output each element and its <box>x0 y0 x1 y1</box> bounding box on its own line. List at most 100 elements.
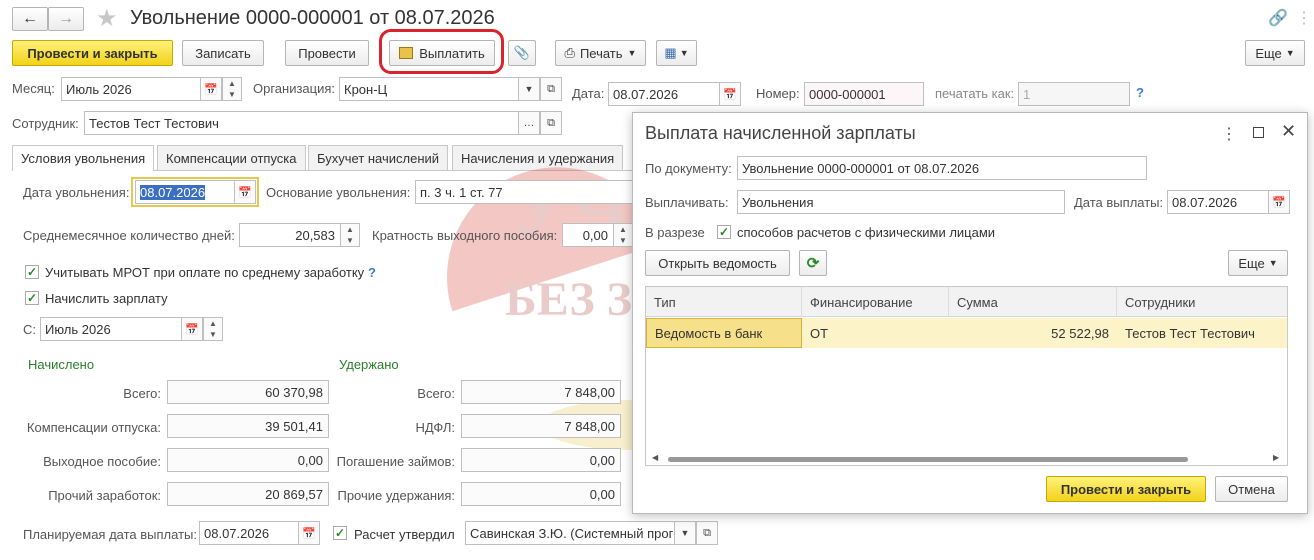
cancel-button[interactable]: Отмена <box>1215 476 1288 502</box>
breakdown-check-label: способов расчетов с физическими лицами <box>737 225 996 240</box>
maximize-icon[interactable] <box>1253 127 1264 138</box>
open-employee-icon[interactable]: ⧉ <box>540 111 562 135</box>
chevron-down-icon: ▼ <box>1268 258 1278 268</box>
open-approver-icon[interactable]: ⧉ <box>696 521 718 545</box>
dropdown-icon[interactable]: ▼ <box>518 77 540 101</box>
from-spinner[interactable]: ▲ ▼ <box>203 317 223 341</box>
from-field[interactable]: Июль 2026 <box>40 317 182 341</box>
dialog-pay-date-field[interactable]: 08.07.2026 <box>1167 190 1269 214</box>
number-label: Номер: <box>756 86 800 101</box>
back-button[interactable]: ← <box>12 7 48 31</box>
calendar-icon[interactable]: 📅 <box>719 82 741 106</box>
date-label: Дата: <box>572 86 605 101</box>
save-button[interactable]: Записать <box>182 40 264 66</box>
dialog-menu-icon[interactable]: ⋮ <box>1221 124 1237 144</box>
from-label: С: <box>23 322 36 337</box>
favorite-star-icon[interactable]: ★ <box>96 4 118 33</box>
calendar-icon[interactable]: 📅 <box>234 180 256 204</box>
column-financing[interactable]: Финансирование <box>802 287 949 317</box>
tab-vacation-compensation[interactable]: Компенсации отпуска <box>157 145 306 170</box>
select-employee-icon[interactable]: … <box>518 111 540 135</box>
withheld-total-field: 7 848,00 <box>461 380 621 404</box>
forward-button[interactable]: → <box>48 7 84 31</box>
dismiss-date-field[interactable]: 08.07.2026 <box>135 180 235 204</box>
more-button[interactable]: Еще ▼ <box>1245 40 1305 66</box>
pay-label: Выплатить <box>419 45 485 61</box>
calendar-icon[interactable]: 📅 <box>181 317 203 341</box>
calendar-icon[interactable]: 📅 <box>200 77 222 101</box>
cell-employees: Тестов Тест Тестович <box>1125 325 1255 341</box>
attach-button[interactable]: 📎 <box>508 40 536 66</box>
dropdown-icon[interactable]: ▼ <box>674 521 696 545</box>
dialog-post-and-close-button[interactable]: Провести и закрыть <box>1046 476 1206 502</box>
calendar-icon[interactable]: 📅 <box>1268 190 1290 214</box>
paperclip-icon: 📎 <box>513 45 531 60</box>
date-field[interactable]: 08.07.2026 <box>608 82 720 106</box>
accrued-title: Начислено <box>28 357 95 372</box>
cell-type: Ведомость в банк <box>646 318 802 348</box>
chevron-down-icon: ▼ <box>627 48 637 58</box>
approved-label: Расчет утвердил <box>354 527 455 542</box>
avg-days-spinner[interactable]: ▲ ▼ <box>340 223 360 247</box>
mrot-label: Учитывать МРОТ при оплате по среднему за… <box>45 265 365 280</box>
refresh-icon: ⟳ <box>806 255 820 272</box>
pay-button[interactable]: Выплатить <box>389 40 495 66</box>
refresh-button[interactable]: ⟳ <box>799 250 827 276</box>
avg-days-field[interactable]: 20,583 <box>239 223 341 247</box>
approved-field[interactable]: Савинская З.Ю. (Системный прог <box>465 521 675 545</box>
help-icon[interactable]: ? <box>1136 85 1144 100</box>
withheld-other-label: Прочие удержания: <box>337 488 455 503</box>
calendar-icon[interactable]: 📅 <box>298 521 320 545</box>
window-title: Увольнение 0000-000001 от 08.07.2026 <box>130 7 495 29</box>
chevron-down-icon: ▼ <box>679 48 689 58</box>
create-based-on-button[interactable]: ▦ ▼ <box>656 40 697 66</box>
column-amount[interactable]: Сумма <box>949 287 1117 317</box>
org-field[interactable]: Крон-Ц <box>339 77 519 101</box>
breakdown-checkbox[interactable]: ✓ <box>717 225 731 239</box>
tab-accruals-deductions[interactable]: Начисления и удержания <box>452 145 624 170</box>
column-type[interactable]: Тип <box>646 287 802 317</box>
withheld-ndfl-label: НДФЛ: <box>415 420 455 435</box>
post-and-close-button[interactable]: Провести и закрыть <box>12 40 173 66</box>
table-row[interactable]: Ведомость в банк ОТ 52 522,98 Тестов Тес… <box>646 318 1287 348</box>
basis-field[interactable]: п. 3 ч. 1 ст. 77 <box>415 180 635 204</box>
scroll-thumb[interactable] <box>668 457 1188 462</box>
pay-type-field[interactable]: Увольнения <box>737 190 1065 214</box>
accrued-total-label: Всего: <box>123 386 161 401</box>
tab-accounting[interactable]: Бухучет начислений <box>308 145 449 170</box>
number-field[interactable]: 0000-000001 <box>804 82 924 106</box>
accrue-salary-label: Начислить зарплату <box>45 291 168 306</box>
print-label: Печать <box>579 45 623 61</box>
mrot-checkbox[interactable]: ✓ <box>25 265 39 279</box>
accrued-vacation-field: 39 501,41 <box>167 414 329 438</box>
basis-label: Основание увольнения: <box>266 185 411 200</box>
open-statement-button[interactable]: Открыть ведомость <box>645 250 790 276</box>
print-button[interactable]: ⎙ Печать ▼ <box>555 40 646 66</box>
dialog-pay-date-label: Дата выплаты: <box>1074 195 1164 210</box>
window-menu-icon[interactable]: ⋮ <box>1296 8 1312 28</box>
pay-date-label: Планируемая дата выплаты: <box>23 527 197 542</box>
month-field[interactable]: Июль 2026 <box>61 77 201 101</box>
post-button[interactable]: Провести <box>285 40 369 66</box>
horizontal-scrollbar[interactable]: ◀ ▶ <box>646 453 1287 465</box>
accrued-severance-field: 0,00 <box>167 448 329 472</box>
employee-field[interactable]: Тестов Тест Тестович <box>84 111 520 135</box>
link-icon[interactable]: 🔗 <box>1268 8 1288 28</box>
withheld-other-field: 0,00 <box>461 482 621 506</box>
column-employees[interactable]: Сотрудники <box>1117 287 1287 317</box>
severance-mult-spinner[interactable]: ▲ ▼ <box>613 223 633 247</box>
help-icon[interactable]: ? <box>368 265 376 280</box>
doc-label: По документу: <box>645 161 732 176</box>
pay-date-field[interactable]: 08.07.2026 <box>199 521 299 545</box>
open-org-icon[interactable]: ⧉ <box>540 77 562 101</box>
dialog-more-button[interactable]: Еще ▼ <box>1228 250 1288 276</box>
month-spinner[interactable]: ▲ ▼ <box>222 77 242 101</box>
approved-checkbox[interactable]: ✓ <box>333 526 347 540</box>
accrue-salary-checkbox[interactable]: ✓ <box>25 291 39 305</box>
org-label: Организация: <box>253 81 336 96</box>
severance-mult-field[interactable]: 0,00 <box>562 223 614 247</box>
print-as-field[interactable]: 1 <box>1018 82 1130 106</box>
close-icon[interactable]: ✕ <box>1281 121 1296 142</box>
tab-dismissal-conditions[interactable]: Условия увольнения <box>12 145 155 171</box>
dialog-title: Выплата начисленной зарплаты <box>645 123 916 143</box>
